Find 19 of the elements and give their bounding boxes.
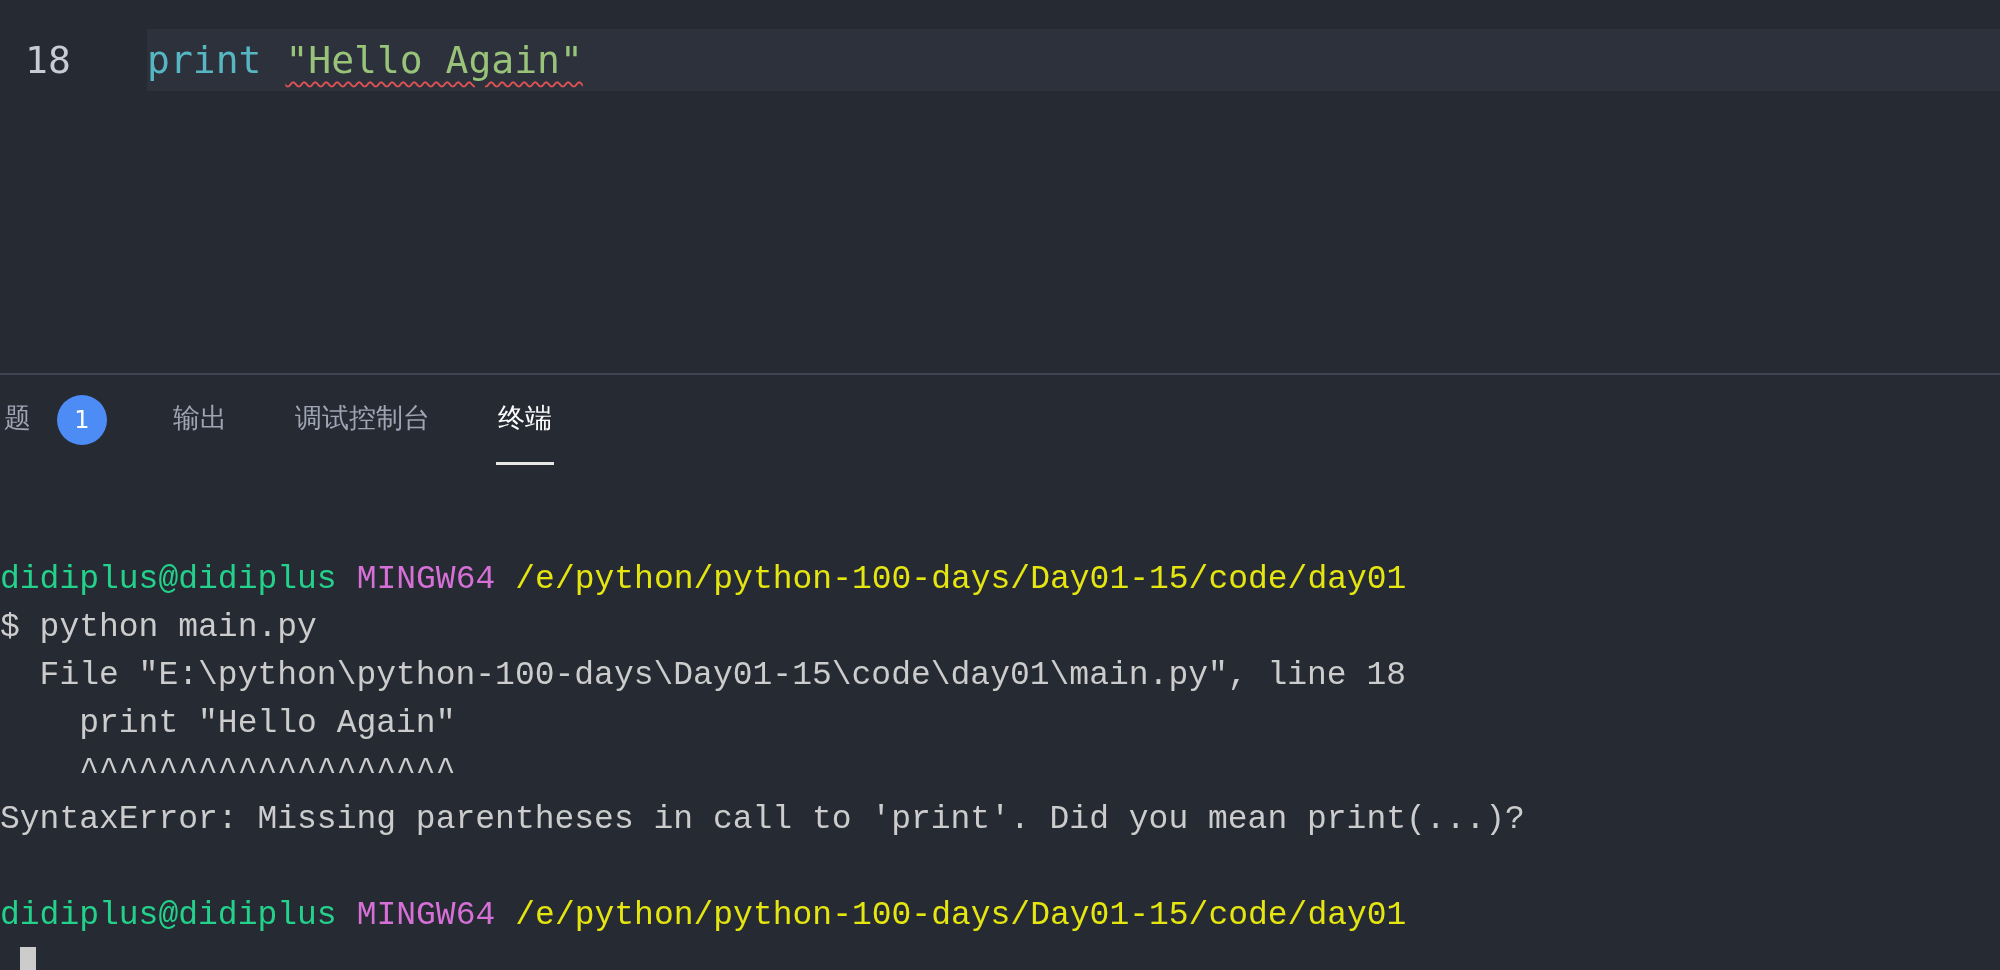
- code-string: "Hello Again": [285, 36, 583, 84]
- panel-tab[interactable]: 终端: [496, 375, 554, 465]
- prompt-path: /e/python/python-100-days/Day01-15/code/day01: [515, 896, 1407, 937]
- panel-tab[interactable]: 调试控制台: [293, 375, 432, 465]
- panel-tab[interactable]: 输出: [171, 375, 229, 465]
- terminal-output: $ python main.py: [0, 608, 317, 649]
- prompt-shell: MINGW64: [356, 560, 496, 601]
- terminal-output: SyntaxError: Missing parentheses in call to 'print'. Did you mean print(...)?: [0, 800, 1525, 841]
- terminal-output: print "Hello Again": [78, 704, 456, 745]
- prompt-shell: MINGW64: [356, 896, 496, 937]
- prompt-user: didiplus@didiplus: [0, 896, 337, 937]
- count-badge: 1: [57, 395, 107, 445]
- code-keyword: print: [147, 36, 262, 84]
- terminal-output: ^^^^^^^^^^^^^^^^^^^: [78, 752, 456, 793]
- prompt-path: /e/python/python-100-days/Day01-15/code/day01: [515, 560, 1407, 601]
- terminal-output: File "E:\python\python-100-days\Day01-15\code\day01\main.py", line 18: [38, 656, 1407, 697]
- panel-tab[interactable]: 题: [2, 375, 33, 465]
- prompt-user: didiplus@didiplus: [0, 560, 337, 601]
- line-number: 18: [24, 36, 72, 84]
